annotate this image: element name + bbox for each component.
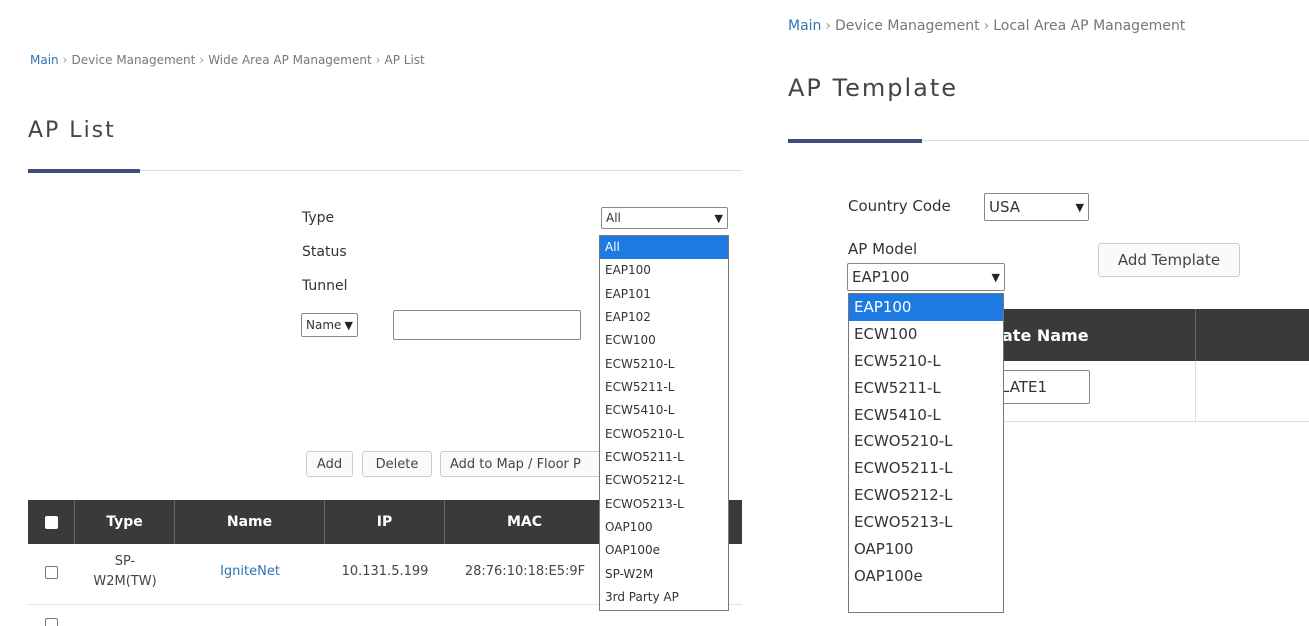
select-all-checkbox[interactable] [44, 515, 58, 529]
type-option[interactable]: EAP102 [600, 306, 728, 329]
add-template-button[interactable]: Add Template [1098, 243, 1240, 277]
ap-model-option[interactable]: ECWO5213-L [849, 509, 1003, 536]
row-mac: 28:76:10:18:E5:9F [464, 564, 586, 579]
type-option[interactable]: SP-W2M [600, 563, 728, 586]
ap-model-option[interactable]: ECWO5212-L [849, 482, 1003, 509]
page-title: AP Template [788, 74, 959, 102]
breadcrumb: Main › Device Management › Local Area AP Man… [788, 18, 1186, 34]
ap-model-option[interactable]: OAP100e [849, 563, 1003, 590]
add-button[interactable]: Add [306, 451, 353, 477]
row-ip: 10.131.5.199 [341, 564, 429, 579]
breadcrumb-ap-list: AP List [384, 53, 425, 67]
chevron-down-icon: ▼ [991, 270, 1000, 284]
search-field-select[interactable]: Name ▼ [301, 313, 358, 337]
ap-model-option[interactable]: ECW5211-L [849, 375, 1003, 402]
col-name[interactable]: Name [175, 500, 325, 544]
chevron-down-icon: ▼ [344, 318, 353, 332]
country-code-select[interactable]: USA ▼ [984, 193, 1089, 221]
ap-model-value: EAP100 [852, 268, 910, 286]
type-option[interactable]: OAP100 [600, 516, 728, 539]
row-checkbox[interactable] [45, 566, 58, 579]
type-option[interactable]: EAP101 [600, 283, 728, 306]
ap-model-option[interactable]: OAP100 [849, 536, 1003, 563]
status-label: Status [302, 244, 347, 260]
type-option[interactable]: ECW100 [600, 329, 728, 352]
col-type[interactable]: Type [75, 500, 175, 544]
type-select[interactable]: All ▼ [601, 207, 728, 229]
ap-model-label: AP Model [848, 240, 918, 258]
ap-model-option[interactable]: ECWO5211-L [849, 455, 1003, 482]
type-option[interactable]: All [600, 236, 728, 260]
row-name-link[interactable]: IgniteNet [175, 564, 325, 579]
page-title: AP List [28, 118, 116, 143]
search-input[interactable] [393, 310, 581, 340]
row-checkbox[interactable] [45, 618, 58, 626]
ap-model-dropdown-list[interactable]: EAP100 ECW100 ECW5210-L ECW5211-L ECW5410-L E… [848, 293, 1004, 613]
ap-model-option[interactable]: EAP100 [849, 294, 1003, 321]
type-option[interactable]: ECWO5210-L [600, 423, 728, 446]
type-select-value: All [606, 211, 621, 225]
add-to-map-button[interactable]: Add to Map / Floor P [440, 451, 610, 477]
col-mac[interactable]: MAC [445, 500, 605, 544]
ap-model-option[interactable]: ECW5410-L [849, 402, 1003, 429]
chevron-down-icon: ▼ [1075, 200, 1084, 214]
ap-model-option[interactable]: ECW5210-L [849, 348, 1003, 375]
breadcrumb: Main › Device Management › Wide Area AP Mana… [30, 53, 425, 67]
delete-button[interactable]: Delete [362, 451, 432, 477]
tunnel-label: Tunnel [302, 278, 348, 294]
chevron-down-icon: ▼ [714, 211, 723, 225]
title-accent-bar [28, 169, 140, 173]
country-code-label: Country Code [848, 197, 951, 215]
type-option[interactable]: ECWO5213-L [600, 493, 728, 516]
title-accent-bar [788, 139, 922, 143]
type-dropdown-list[interactable]: All EAP100 EAP101 EAP102 ECW100 ECW5210-L ECW5… [599, 235, 729, 611]
type-option[interactable]: EAP100 [600, 259, 728, 282]
search-field-value: Name [306, 318, 342, 332]
ap-template-panel: Main › Device Management › Local Area AP Man… [770, 0, 1309, 626]
template-table-header: ate Name [970, 309, 1309, 361]
col-ip[interactable]: IP [325, 500, 445, 544]
template-row-divider [1195, 361, 1196, 421]
breadcrumb-wide-area[interactable]: Wide Area AP Management [208, 53, 372, 67]
type-option[interactable]: 3rd Party AP [600, 586, 728, 609]
type-option[interactable]: ECW5211-L [600, 376, 728, 399]
breadcrumb-main-link[interactable]: Main [30, 53, 59, 67]
type-option[interactable]: ECW5410-L [600, 399, 728, 422]
type-option[interactable]: ECWO5211-L [600, 446, 728, 469]
col-extra [1196, 309, 1309, 361]
type-option[interactable]: OAP100e [600, 539, 728, 562]
breadcrumb-device-management[interactable]: Device Management [835, 18, 980, 34]
breadcrumb-local-area[interactable]: Local Area AP Management [993, 18, 1185, 34]
type-label: Type [302, 210, 335, 226]
ap-list-panel: Main › Device Management › Wide Area AP Mana… [0, 0, 742, 626]
breadcrumb-main-link[interactable]: Main [788, 18, 821, 34]
type-option[interactable]: ECWO5212-L [600, 469, 728, 492]
row-type: SP- W2M(TW) [93, 554, 157, 589]
ap-model-option[interactable]: ECW100 [849, 321, 1003, 348]
country-code-value: USA [989, 198, 1021, 216]
ap-model-select[interactable]: EAP100 ▼ [847, 263, 1005, 291]
breadcrumb-device-management[interactable]: Device Management [71, 53, 195, 67]
select-all-cell [28, 500, 75, 544]
ap-model-option[interactable]: ECWO5210-L [849, 428, 1003, 455]
type-option[interactable]: ECW5210-L [600, 353, 728, 376]
